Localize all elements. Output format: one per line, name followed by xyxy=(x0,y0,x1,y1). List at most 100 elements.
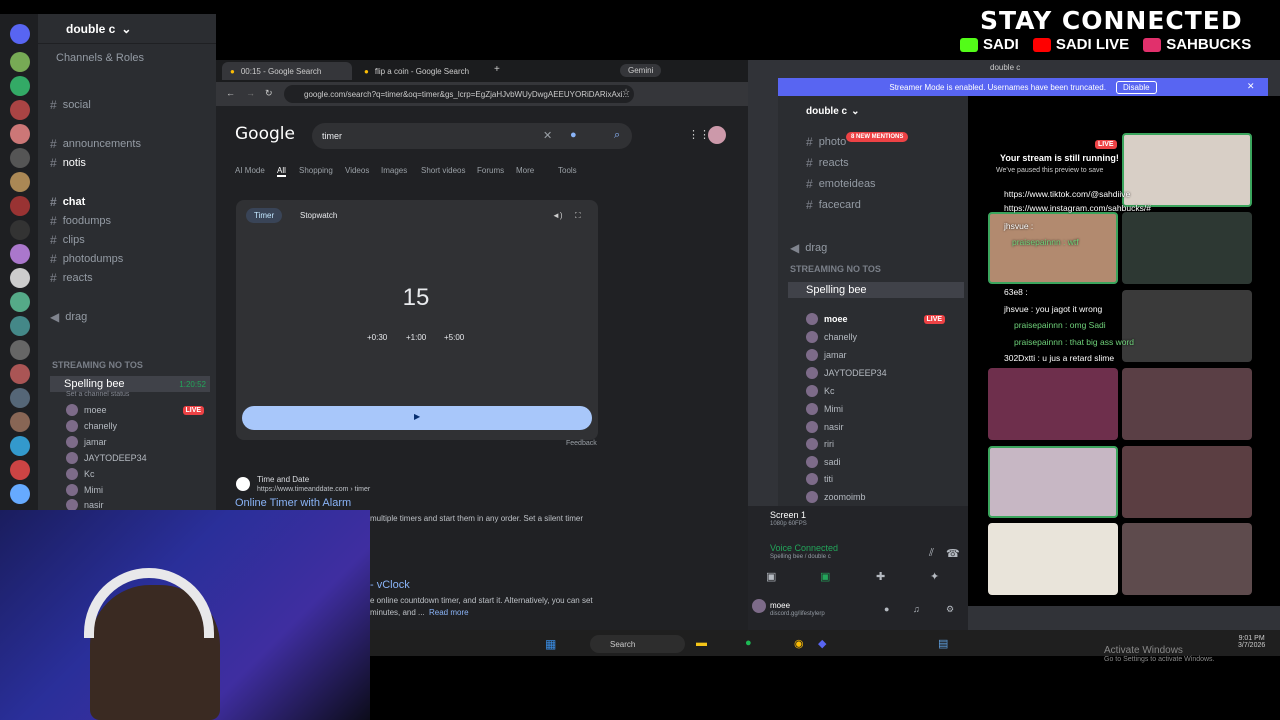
result-url[interactable]: https://www.timeanddate.com › timer xyxy=(257,486,370,493)
feedback-link[interactable]: Feedback xyxy=(566,440,597,447)
channel-announcements[interactable]: # announcements xyxy=(50,136,141,152)
channel-drag[interactable]: ◀ drag xyxy=(790,240,827,256)
channel-clips[interactable]: # clips xyxy=(50,232,85,248)
filter-tools[interactable]: Tools xyxy=(558,166,577,175)
avatar[interactable] xyxy=(752,599,766,613)
voice-user[interactable]: jamar xyxy=(806,348,847,362)
reload-icon[interactable]: ↻ xyxy=(265,88,273,99)
activity-icon[interactable]: ✚ xyxy=(876,570,885,583)
apps-icon[interactable]: ⋮⋮ xyxy=(688,128,710,141)
add-1m-button[interactable]: +1:00 xyxy=(406,333,426,342)
filter-videos[interactable]: Videos xyxy=(345,166,369,175)
voice-user[interactable]: Mimi xyxy=(66,483,103,497)
google-logo[interactable]: Google xyxy=(235,124,295,144)
voice-channel-spelling-bee[interactable]: Spelling bee 1:20:52 xyxy=(50,376,210,392)
close-icon[interactable]: ✕ xyxy=(1247,81,1255,92)
channel-chat[interactable]: # chat xyxy=(50,194,85,210)
voice-user[interactable]: zoomoimb xyxy=(806,490,866,504)
channel-reacts[interactable]: # reacts xyxy=(50,270,93,286)
signal-icon[interactable]: ⫽ xyxy=(929,547,934,560)
disconnect-icon[interactable]: ☎ xyxy=(946,547,960,560)
address-bar[interactable]: google.com/search?q=timer&oq=timer&gs_lc… xyxy=(284,85,634,103)
bookmark-icon[interactable]: ☆ xyxy=(622,87,630,98)
search-icon[interactable]: ⌕ xyxy=(614,129,620,142)
add-30s-button[interactable]: +0:30 xyxy=(367,333,387,342)
video-tile[interactable] xyxy=(1122,290,1252,362)
fullscreen-icon[interactable]: ⛶ xyxy=(575,211,581,221)
server-header[interactable]: double c ⌄ xyxy=(38,14,216,44)
server-icon[interactable] xyxy=(10,244,30,264)
filter-shopping[interactable]: Shopping xyxy=(299,166,333,175)
server-icon[interactable] xyxy=(10,436,30,456)
video-tile[interactable] xyxy=(1122,446,1252,518)
channel-photodumps[interactable]: # photodumps xyxy=(50,251,123,267)
video-tile[interactable] xyxy=(988,368,1118,440)
tab-flip-coin[interactable]: ● flip a coin - Google Search xyxy=(356,62,484,80)
filter-forums[interactable]: Forums xyxy=(477,166,504,175)
filter-images[interactable]: Images xyxy=(381,166,407,175)
timer-tab[interactable]: Timer xyxy=(246,208,283,223)
taskbar-search[interactable]: Search xyxy=(590,635,685,653)
add-5m-button[interactable]: +5:00 xyxy=(444,333,464,342)
video-tile[interactable] xyxy=(988,446,1118,518)
file-explorer-icon[interactable]: ▬ xyxy=(696,637,707,649)
voice-connected-status[interactable]: Voice Connected xyxy=(770,543,838,553)
voice-user[interactable]: JAYTODEEP34 xyxy=(66,451,147,465)
search-input[interactable]: timer xyxy=(312,123,632,149)
mic-icon[interactable]: ● xyxy=(570,129,577,141)
channel-drag[interactable]: ◀ drag xyxy=(50,309,87,325)
voice-user[interactable]: moee LIVE xyxy=(66,403,205,417)
voice-channel[interactable]: Spelling bee xyxy=(788,282,964,298)
screen-share-icon[interactable]: ▣ xyxy=(820,570,830,583)
server-icon[interactable] xyxy=(10,340,30,360)
gemini-button[interactable]: Gemini xyxy=(620,64,662,77)
channel-notis[interactable]: # notis xyxy=(50,155,86,171)
taskbar-clock[interactable]: 9:01 PM 3/7/2026 xyxy=(1238,635,1265,649)
server-icon[interactable] xyxy=(10,388,30,408)
video-tile[interactable] xyxy=(1122,523,1252,595)
tab-timer[interactable]: ● 00:15 - Google Search xyxy=(222,62,352,80)
timer-display[interactable]: 15 xyxy=(236,284,596,312)
channel-reacts[interactable]: # reacts xyxy=(806,155,849,171)
server-icon[interactable] xyxy=(10,196,30,216)
channel-facecard[interactable]: # facecard xyxy=(806,197,861,213)
channel-status[interactable]: Set a channel status xyxy=(66,391,129,398)
soundboard-icon[interactable]: ✦ xyxy=(930,570,939,583)
category-streaming[interactable]: STREAMING NO TOS xyxy=(52,360,143,370)
server-icon[interactable] xyxy=(10,412,30,432)
category-streaming[interactable]: STREAMING NO TOS xyxy=(790,264,881,274)
server-header[interactable]: double c ⌄ xyxy=(806,106,860,117)
server-icon[interactable] xyxy=(10,484,30,504)
voice-user[interactable]: riri xyxy=(806,437,834,451)
settings-gear-icon[interactable]: ⚙ xyxy=(946,604,954,615)
filter-short-videos[interactable]: Short videos xyxy=(421,166,465,175)
server-icon[interactable] xyxy=(10,76,30,96)
discord-home-icon[interactable] xyxy=(10,24,30,44)
stopwatch-tab[interactable]: Stopwatch xyxy=(300,211,337,220)
server-icon[interactable] xyxy=(10,268,30,288)
video-tile[interactable] xyxy=(1122,212,1252,284)
result-title[interactable]: Online Timer with Alarm xyxy=(235,497,351,509)
filter-ai-mode[interactable]: AI Mode xyxy=(235,166,265,175)
new-tab-icon[interactable]: + xyxy=(494,64,500,75)
channels-roles[interactable]: Channels & Roles xyxy=(56,50,144,66)
self-username[interactable]: moee xyxy=(770,601,790,610)
channel-photo[interactable]: # photo xyxy=(806,134,846,150)
channel-emoteideas[interactable]: # emoteideas xyxy=(806,176,876,192)
mentions-badge[interactable]: 8 NEW MENTIONS xyxy=(846,132,909,142)
channel-social[interactable]: # social xyxy=(50,97,91,113)
clear-icon[interactable]: ✕ xyxy=(543,129,552,142)
video-tile[interactable] xyxy=(1122,368,1252,440)
chrome-icon[interactable]: ◉ xyxy=(794,637,804,650)
windows-start-icon[interactable]: ▦ xyxy=(545,637,556,651)
voice-user[interactable]: Mimi xyxy=(806,402,843,416)
server-icon[interactable] xyxy=(10,316,30,336)
voice-user[interactable]: chanelly xyxy=(66,419,117,433)
result2-title[interactable]: - vClock xyxy=(370,579,410,591)
channel-foodumps[interactable]: # foodumps xyxy=(50,213,111,229)
mic-icon[interactable]: ● xyxy=(884,604,889,614)
server-icon[interactable] xyxy=(10,364,30,384)
video-tile-streamer[interactable] xyxy=(1122,133,1252,207)
voice-user[interactable]: JAYTODEEP34 xyxy=(806,366,887,380)
voice-user[interactable]: jamar xyxy=(66,435,107,449)
